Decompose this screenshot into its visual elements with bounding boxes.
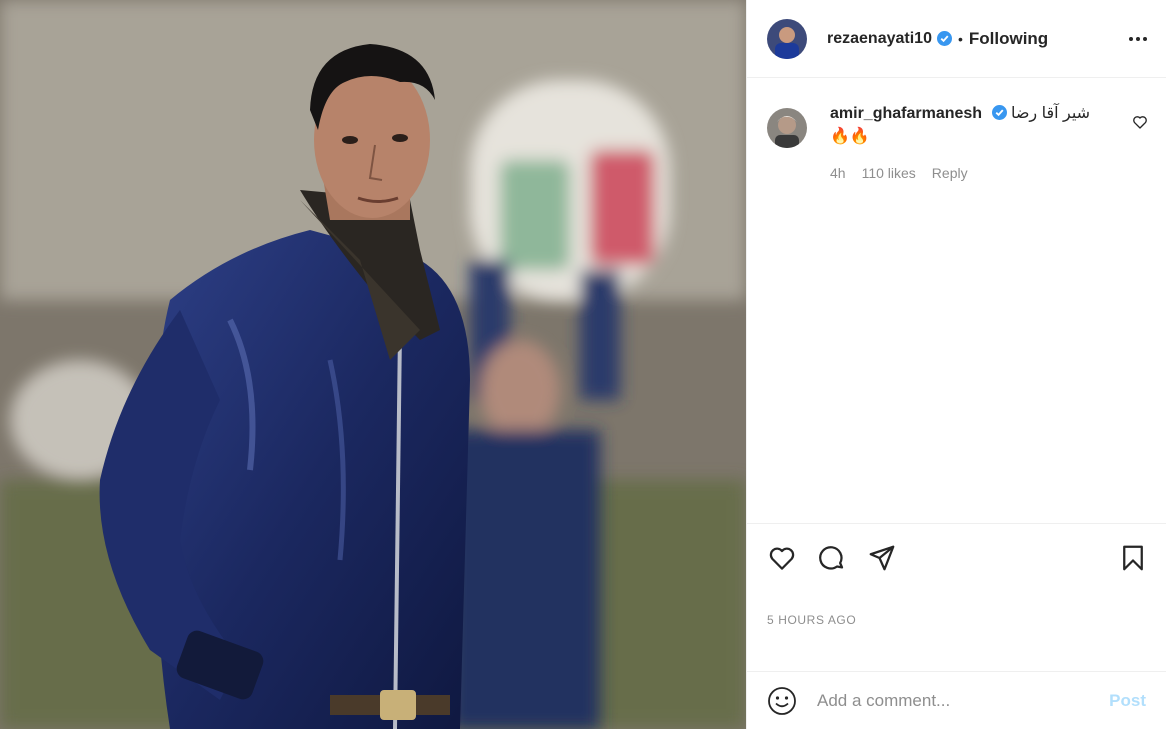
post-comment-button[interactable]: Post: [1109, 691, 1146, 711]
comment-reply-button[interactable]: Reply: [932, 165, 968, 181]
comments-list: amir_ghafarmanesh شیر آقا رضا 🔥🔥 4h 110 …: [747, 78, 1166, 523]
comment-time[interactable]: 4h: [830, 165, 846, 181]
smiley-icon[interactable]: [767, 686, 797, 716]
separator-dot: •: [957, 30, 963, 47]
comment-text: amir_ghafarmanesh شیر آقا رضا 🔥🔥: [830, 102, 1124, 148]
comment-message: شیر آقا رضا: [1010, 105, 1091, 122]
comment-input[interactable]: [817, 690, 1110, 711]
comment-emoji: 🔥🔥: [830, 128, 870, 145]
post-actions-bar: [747, 523, 1166, 591]
author-avatar[interactable]: [767, 18, 807, 59]
comment-likes[interactable]: 110 likes: [862, 165, 916, 181]
comment-meta: 4h 110 likes Reply: [830, 165, 1124, 181]
commenter-username[interactable]: amir_ghafarmanesh: [830, 105, 982, 122]
post-image[interactable]: [0, 0, 746, 729]
commenter-avatar[interactable]: [767, 108, 807, 148]
comment-icon[interactable]: [817, 543, 847, 573]
comment-body: amir_ghafarmanesh شیر آقا رضا 🔥🔥 4h 110 …: [830, 102, 1124, 181]
post-photo: [0, 0, 746, 729]
following-button[interactable]: Following: [969, 29, 1048, 49]
post-side-panel: rezaenayati10 • Following amir_ghafarman…: [746, 0, 1166, 729]
post-dialog: rezaenayati10 • Following amir_ghafarman…: [0, 0, 1166, 729]
more-options-icon[interactable]: [1126, 27, 1150, 51]
post-header: rezaenayati10 • Following: [747, 0, 1166, 78]
verified-badge-icon: [936, 31, 952, 46]
comment-item: amir_ghafarmanesh شیر آقا رضا 🔥🔥 4h 110 …: [767, 102, 1148, 181]
post-timestamp[interactable]: 5 HOURS AGO: [747, 591, 1166, 671]
verified-badge-icon: [991, 105, 1007, 120]
add-comment-bar: Post: [747, 671, 1166, 729]
author-username[interactable]: rezaenayati10: [827, 30, 932, 48]
share-icon[interactable]: [867, 543, 897, 573]
heart-icon[interactable]: [767, 543, 797, 573]
comment-like-heart-icon[interactable]: [1132, 114, 1148, 130]
bookmark-icon[interactable]: [1118, 543, 1148, 573]
